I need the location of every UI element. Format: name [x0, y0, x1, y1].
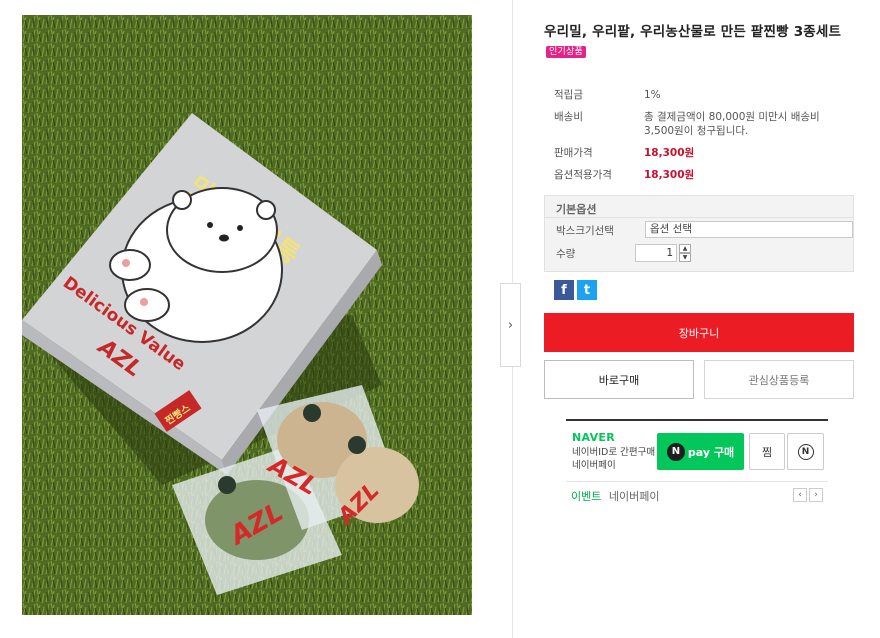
event-prev-button[interactable]: ‹: [793, 488, 807, 502]
wishlist-button[interactable]: 관심상품등록: [704, 360, 854, 399]
naver-event[interactable]: 이벤트 네이버페이: [571, 488, 659, 504]
naver-talk-button[interactable]: N: [787, 433, 824, 470]
sale-price: 18,300원: [644, 147, 695, 159]
buy-now-button[interactable]: 바로구매: [544, 360, 694, 399]
product-info: 우리밀, 우리팥, 우리농산물로 만든 팥찐빵 3종세트 인기상품: [544, 22, 856, 62]
product-image: 맛있는 전통 Delicious Value AZL 찐빵스: [22, 15, 472, 615]
spec-label: 판매가격: [554, 147, 593, 159]
spec-points: 적립금 1%: [554, 88, 854, 102]
product-title: 우리밀, 우리팥, 우리농산물로 만든 팥찐빵 3종세트 인기상품: [544, 22, 856, 62]
quantity-input[interactable]: 1: [635, 244, 677, 262]
naver-pay-button[interactable]: N pay 구매: [657, 433, 744, 470]
naver-pay-label: pay 구매: [687, 445, 735, 459]
naver-pay-panel: NAVER 네이버ID로 간편구매 네이버페이 N pay 구매 찜 N 이벤트…: [566, 419, 828, 509]
product-page: 맛있는 전통 Delicious Value AZL 찐빵스: [0, 0, 880, 638]
naver-wish-button[interactable]: 찜: [749, 433, 785, 470]
product-title-text: 우리밀, 우리팥, 우리농산물로 만든 팥찐빵 3종세트: [544, 24, 842, 40]
product-specs: 적립금 1% 배송비 총 결제금액이 80,000원 미만시 배송비 3,500…: [554, 88, 854, 190]
naver-n-icon: N: [666, 442, 685, 461]
add-to-cart-button[interactable]: 장바구니: [544, 313, 854, 352]
quantity-label: 수량: [556, 248, 576, 260]
spec-value: 1%: [644, 89, 661, 101]
toggle-panel-button[interactable]: ›: [500, 283, 521, 367]
quantity-down-button[interactable]: ▼: [679, 253, 691, 262]
event-text: 네이버페이: [608, 490, 660, 503]
spec-value: 총 결제금액이 80,000원 미만시 배송비 3,500원이 청구됩니다.: [644, 111, 820, 137]
spec-label: 적립금: [554, 89, 583, 101]
spec-price: 판매가격 18,300원: [554, 146, 854, 160]
options-heading: 기본옵션: [545, 196, 853, 218]
spec-label: 옵션적용가격: [554, 169, 612, 181]
naver-logo: NAVER: [572, 431, 615, 444]
box-size-select[interactable]: 옵션 선택: [645, 221, 853, 238]
popular-badge: 인기상품: [546, 46, 586, 58]
box-size-label: 박스크기선택: [556, 225, 614, 237]
chevron-right-icon: ›: [507, 317, 514, 333]
spec-shipping: 배송비 총 결제금액이 80,000원 미만시 배송비 3,500원이 청구됩니…: [554, 110, 854, 138]
quantity-up-button[interactable]: ▲: [679, 244, 691, 253]
share-buttons: f t: [554, 280, 597, 300]
twitter-icon[interactable]: t: [577, 280, 597, 300]
naver-separator: [566, 481, 828, 482]
event-next-button[interactable]: ›: [809, 488, 823, 502]
spec-option-price: 옵션적용가격 18,300원: [554, 168, 854, 182]
event-label: 이벤트: [571, 490, 602, 503]
facebook-icon[interactable]: f: [554, 280, 574, 300]
naver-circle-icon: N: [797, 443, 814, 460]
option-price: 18,300원: [644, 169, 695, 181]
options-panel: 기본옵션 박스크기선택 옵션 선택 수량 1 ▲ ▼: [544, 195, 854, 272]
naver-description: 네이버ID로 간편구매 네이버페이: [572, 447, 656, 471]
spec-label: 배송비: [554, 111, 583, 123]
